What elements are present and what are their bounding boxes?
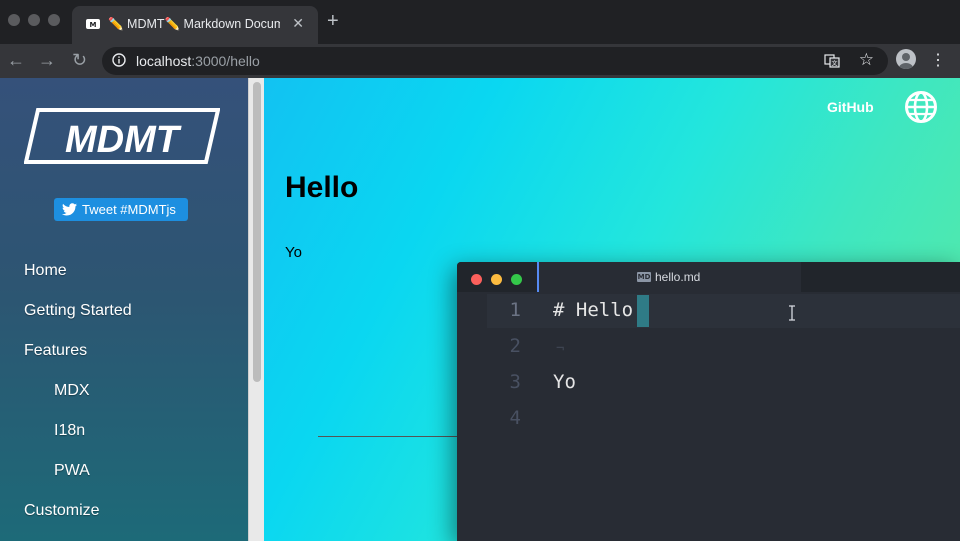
window-close-dot[interactable] — [8, 14, 20, 26]
line-number: 4 — [509, 407, 521, 429]
code-line-1[interactable]: # Hello — [553, 299, 633, 321]
url-path: :3000/hello — [191, 53, 260, 69]
scrollbar-thumb[interactable] — [253, 82, 261, 382]
tweet-button[interactable]: Tweet #MDMTjs — [54, 198, 188, 221]
svg-text:文: 文 — [831, 60, 837, 68]
markdown-file-icon: MD — [637, 272, 651, 282]
nav-item-home[interactable]: Home — [24, 262, 67, 280]
nav-item-getting-started[interactable]: Getting Started — [24, 302, 132, 320]
browser-toolbar: ← → ↻ localhost:3000/hello 文 ☆ ⋮ — [0, 44, 960, 78]
sidebar-scrollbar[interactable] — [248, 78, 265, 541]
forward-icon[interactable]: → — [38, 50, 56, 70]
window-zoom-dot[interactable] — [48, 14, 60, 26]
github-link[interactable]: GitHub — [827, 99, 874, 115]
mdmt-favicon-icon: M — [86, 19, 100, 29]
window-minimize-dot[interactable] — [28, 14, 40, 26]
browser-tab[interactable]: M ✏️ MDMT✏️ Markdown Docume ✕ — [72, 6, 318, 44]
newline-marker: ¬ — [556, 341, 565, 357]
nav-item-pwa[interactable]: PWA — [54, 462, 90, 480]
profile-person-icon — [899, 53, 913, 69]
nav-item-features[interactable]: Features — [24, 342, 87, 360]
nav-item-i18n[interactable]: I18n — [54, 422, 85, 440]
browser-tabbar: M ✏️ MDMT✏️ Markdown Docume ✕ + — [0, 0, 960, 44]
code-line-3[interactable]: Yo — [553, 371, 576, 393]
new-tab-icon[interactable]: + — [327, 11, 339, 31]
logo-text: MDMT — [65, 119, 182, 161]
text-cursor — [637, 295, 649, 327]
divider — [318, 436, 468, 437]
mdmt-logo[interactable]: MDMT — [24, 108, 220, 164]
site-info-icon[interactable] — [112, 53, 126, 67]
line-number: 3 — [509, 371, 521, 393]
tab-close-icon[interactable]: ✕ — [292, 15, 304, 32]
editor-file-tab[interactable]: MD hello.md — [537, 262, 803, 292]
translate-icon[interactable]: 文 — [824, 53, 840, 69]
editor-titlebar: MD hello.md — [457, 262, 960, 292]
line-number: 2 — [509, 335, 521, 357]
reload-icon[interactable]: ↻ — [72, 50, 87, 70]
editor-file-name: hello.md — [655, 270, 701, 284]
line-number: 1 — [509, 299, 521, 321]
twitter-bird-icon — [62, 203, 77, 216]
globe-icon[interactable] — [905, 91, 937, 123]
back-icon[interactable]: ← — [7, 50, 25, 70]
editor-zoom-button[interactable] — [511, 274, 522, 285]
bookmark-star-icon[interactable]: ☆ — [859, 50, 874, 70]
profile-avatar[interactable] — [896, 49, 916, 69]
page-body-text: Yo — [285, 244, 302, 261]
page-title: Hello — [285, 171, 359, 204]
tweet-label: Tweet #MDMTjs — [82, 202, 176, 217]
nav-item-customize[interactable]: Customize — [24, 502, 100, 520]
editor-close-button[interactable] — [471, 274, 482, 285]
editor-minimize-button[interactable] — [491, 274, 502, 285]
nav-item-mdx[interactable]: MDX — [54, 382, 90, 400]
sidebar: MDMT Tweet #MDMTjs Home Getting Started … — [0, 78, 248, 541]
code-editor-window: MD hello.md 1 2 3 4 # Hello ¬ Yo — [457, 262, 960, 541]
url-host: localhost — [136, 53, 192, 69]
url-text[interactable]: localhost:3000/hello — [136, 53, 260, 69]
editor-tabbar-empty — [801, 262, 960, 292]
svg-text:M: M — [90, 21, 97, 29]
address-bar[interactable]: localhost:3000/hello 文 ☆ — [102, 47, 888, 75]
tab-title: ✏️ MDMT✏️ Markdown Docume — [108, 17, 280, 31]
ibeam-cursor-icon — [789, 305, 795, 321]
browser-menu-icon[interactable]: ⋮ — [930, 50, 946, 70]
